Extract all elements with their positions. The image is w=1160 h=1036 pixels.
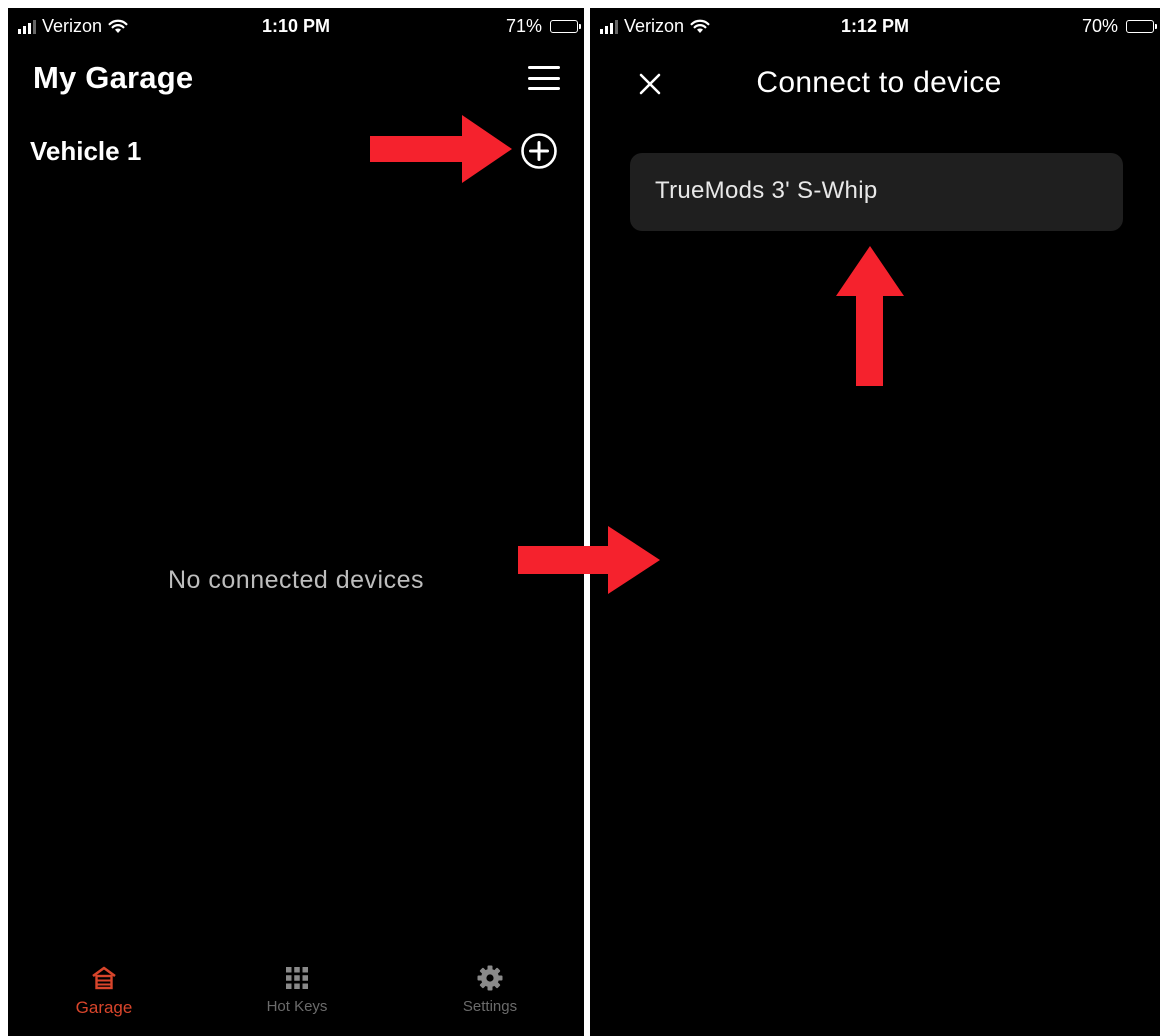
tab-settings[interactable]: Settings — [430, 964, 550, 1036]
bottom-tab-bar: Garage Hot Keys Settings — [8, 964, 584, 1036]
add-device-icon[interactable] — [520, 132, 558, 170]
screenshot-canvas: Verizon 1:10 PM 71% My Garage Vehicle 1 … — [0, 0, 1160, 1036]
device-list-item[interactable]: TrueMods 3' S-Whip — [630, 153, 1123, 231]
garage-icon — [92, 966, 116, 990]
battery-percent: 70% — [1081, 16, 1118, 36]
tab-label: Settings — [462, 998, 518, 1015]
vehicle-name: Vehicle 1 — [30, 136, 142, 166]
page-title: My Garage — [33, 60, 194, 95]
tab-label: Garage — [75, 998, 133, 1017]
tab-hot-keys[interactable]: Hot Keys — [237, 964, 357, 1036]
gear-icon — [477, 965, 503, 991]
status-bar: Verizon 1:10 PM 71% — [8, 8, 584, 44]
battery-icon — [1126, 20, 1157, 33]
device-name: TrueMods 3' S-Whip — [655, 177, 878, 204]
status-bar-time: 1:10 PM — [261, 16, 331, 36]
tab-garage[interactable]: Garage — [44, 964, 164, 1036]
battery-icon — [550, 20, 581, 33]
status-bar: Verizon 1:12 PM 70% — [590, 8, 1160, 44]
hamburger-menu-icon[interactable] — [528, 66, 560, 90]
modal-title: Connect to device — [756, 66, 1002, 99]
connect-to-device-screen: Verizon 1:12 PM 70% Connect to device Tr… — [590, 8, 1160, 1036]
tab-label: Hot Keys — [266, 998, 328, 1015]
empty-state-message: No connected devices — [168, 566, 424, 594]
keypad-grid-icon — [286, 967, 308, 989]
battery-percent: 71% — [505, 16, 542, 36]
my-garage-screen: Verizon 1:10 PM 71% My Garage Vehicle 1 … — [8, 8, 584, 1036]
status-bar-right: 71% — [505, 16, 581, 37]
status-bar-time: 1:12 PM — [840, 16, 910, 36]
status-bar-right: 70% — [1081, 16, 1157, 37]
